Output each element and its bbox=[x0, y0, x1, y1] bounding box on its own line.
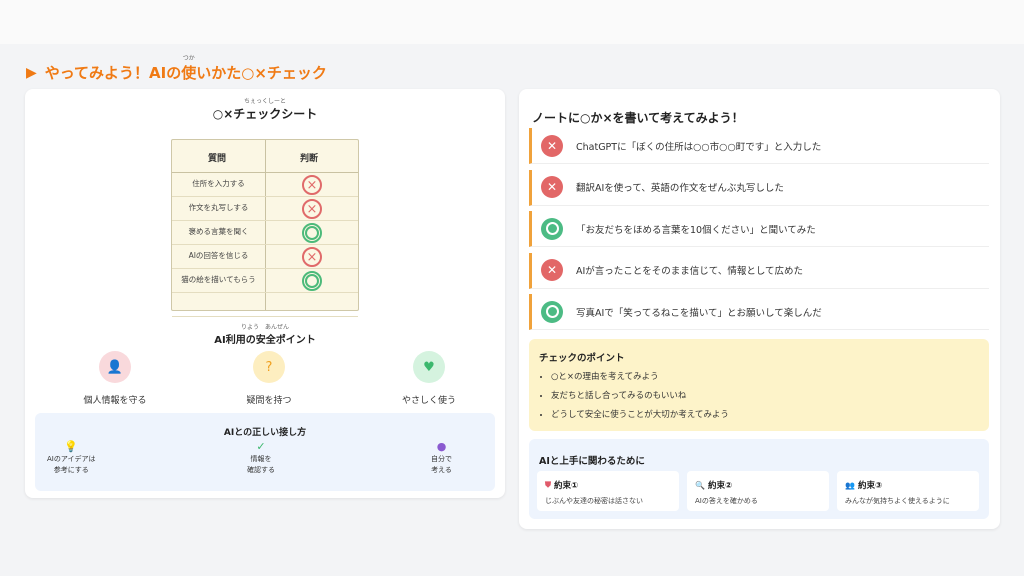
sheet-title: ○×チェックシート ちぇっくしーと bbox=[212, 98, 318, 121]
people-icon: 👥 bbox=[845, 480, 855, 490]
shield-icon: ⛊ bbox=[545, 480, 551, 489]
promise-head: 🔍 約束② bbox=[695, 479, 733, 492]
case-item: 写真AIで「笑ってるねこを描いて」とお願いして楽しんだ bbox=[529, 294, 989, 330]
case-item: ✕ AIが言ったことをそのまま信じて、情報として広めた bbox=[529, 252, 989, 289]
relation-line-1: 情報を bbox=[250, 455, 272, 463]
check-icon: ✓ bbox=[256, 440, 266, 453]
circle-mark-icon bbox=[302, 223, 322, 243]
case-text: AIが言ったことをそのまま信じて、情報として広めた bbox=[576, 266, 804, 277]
play-triangle-icon: ▶ bbox=[26, 64, 37, 81]
check-points-box: チェックのポイント ○と×の理由を考えてみよう友だちと話し合ってみるのもいいねど… bbox=[529, 339, 989, 431]
cross-icon: ✕ bbox=[541, 259, 563, 281]
relation-line-2: 確認する bbox=[247, 466, 275, 474]
case-text: 翻訳AIを使って、英語の作文をぜんぶ丸写しした bbox=[576, 183, 784, 194]
relation-item: ✓ 情報を確認する bbox=[247, 441, 275, 476]
row-divider bbox=[172, 196, 358, 197]
header-judgment: 判断 bbox=[300, 154, 319, 164]
title-kanji: 使つか bbox=[181, 55, 197, 82]
sheet-question: 作文を丸写しする bbox=[188, 203, 249, 212]
row-divider bbox=[172, 220, 358, 221]
promise-card-title: 約束③ bbox=[857, 481, 883, 491]
promise-box: AIと上手に関わるために ⛊ 約束① じぶんや友達の秘密は話さない 🔍 約束② AIの答え… bbox=[529, 439, 989, 519]
relation-item: ● 自分で考える bbox=[431, 441, 452, 476]
safety-title: AI利用の安全ポイント りよう あんぜん bbox=[214, 324, 316, 346]
safety-label: 疑問を持つ bbox=[246, 396, 292, 406]
cross-mark-icon: × bbox=[302, 199, 322, 219]
case-text: ChatGPTに「ぼくの住所は○○市○○町です」と入力した bbox=[576, 141, 822, 153]
check-sheet-panel: ○×チェックシート ちぇっくしーと 質問 判断 住所を入力する × 作文を丸写しする ×… bbox=[25, 89, 505, 498]
sheet-question: 住所を入力する bbox=[192, 179, 245, 188]
safety-point: ? 疑問を持つ bbox=[219, 351, 319, 406]
relation-title: AIとの正しい接し方 bbox=[223, 428, 307, 438]
row-divider bbox=[172, 268, 358, 269]
promise-card: ⛊ 約束① じぶんや友達の秘密は話さない bbox=[537, 471, 679, 511]
point-item: ○と×の理由を考えてみよう bbox=[551, 370, 729, 382]
title-suffix: いかた○×チェック bbox=[196, 64, 327, 82]
circle-mark-icon bbox=[302, 271, 322, 291]
title-prefix: やってみよう！AIの bbox=[44, 64, 182, 82]
cross-icon: ✕ bbox=[541, 176, 563, 198]
sheet-question: 猫の絵を描いてもらう bbox=[181, 275, 256, 284]
check-sheet: 質問 判断 住所を入力する × 作文を丸写しする × 褒める言葉を聞く AIの回答を信じる… bbox=[171, 139, 359, 317]
promise-card-text: みんなが気持ちよく使えるように bbox=[845, 497, 950, 505]
points-list: ○と×の理由を考えてみよう友だちと話し合ってみるのもいいねどうして安全に使うこと… bbox=[551, 370, 729, 427]
promise-card-text: じぶんや友達の秘密は話さない bbox=[545, 497, 643, 505]
brain-icon: ● bbox=[436, 440, 447, 453]
column-divider bbox=[265, 140, 266, 310]
question-icon: ? bbox=[253, 351, 285, 383]
promise-card-text: AIの答えを確かめる bbox=[695, 497, 758, 505]
heart-icon: ♥ bbox=[413, 351, 445, 383]
case-item: ✕ ChatGPTに「ぼくの住所は○○市○○町です」と入力した bbox=[529, 128, 989, 164]
point-item: どうして安全に使うことが大切か考えてみよう bbox=[551, 408, 729, 420]
cross-mark-icon: × bbox=[302, 247, 322, 267]
safety-point: 👤 個人情報を守る bbox=[65, 351, 165, 406]
row-divider bbox=[172, 292, 358, 293]
top-band bbox=[0, 0, 1024, 44]
promise-card-title: 約束① bbox=[554, 481, 579, 491]
search-icon: 🔍 bbox=[695, 480, 705, 490]
relation-line-2: 考える bbox=[431, 466, 452, 474]
point-item: 友だちと話し合ってみるのもいいね bbox=[551, 389, 729, 401]
promise-title: AIと上手に関わるために bbox=[539, 456, 645, 467]
sheet-question: 褒める言葉を聞く bbox=[188, 227, 249, 236]
relation-line-2: 参考にする bbox=[53, 466, 89, 474]
quiz-title: ノートに○か×を書いて考えてみよう！ bbox=[532, 111, 744, 125]
promise-head: 👥 約束③ bbox=[845, 479, 883, 492]
case-item: 「お友だちをほめる言葉を10個ください」と聞いてみた bbox=[529, 211, 989, 247]
lightbulb-icon: 💡 bbox=[64, 440, 79, 453]
header-divider bbox=[172, 172, 358, 173]
relation-box: AIとの正しい接し方 💡 AIのアイデアは 参考にする ✓ 情報を確認する ● 自分で考える bbox=[35, 413, 495, 491]
circle-icon bbox=[541, 217, 563, 240]
case-text: 「お友だちをほめる言葉を10個ください」と聞いてみた bbox=[576, 224, 816, 236]
case-text: 写真AIで「笑ってるねこを描いて」とお願いして楽しんだ bbox=[576, 307, 822, 319]
quiz-panel: ノートに○か×を書いて考えてみよう！ ✕ ChatGPTに「ぼくの住所は○○市○○… bbox=[519, 89, 1000, 529]
cross-mark-icon: × bbox=[302, 175, 322, 195]
promise-card: 👥 約束③ みんなが気持ちよく使えるように bbox=[837, 471, 979, 511]
safety-label: 個人情報を守る bbox=[83, 396, 147, 406]
promise-card-title: 約束② bbox=[707, 481, 733, 491]
person-shield-icon: 👤 bbox=[99, 351, 131, 383]
safety-label: やさしく使う bbox=[401, 396, 456, 406]
cross-icon: ✕ bbox=[541, 134, 563, 157]
case-item: ✕ 翻訳AIを使って、英語の作文をぜんぶ丸写しした bbox=[529, 169, 989, 206]
promise-card: 🔍 約束② AIの答えを確かめる bbox=[687, 471, 829, 511]
row-divider bbox=[172, 316, 358, 317]
sheet-question: AIの回答を信じる bbox=[188, 251, 249, 260]
relation-item: 💡 AIのアイデアは 参考にする bbox=[47, 441, 96, 476]
points-title: チェックのポイント bbox=[539, 353, 625, 364]
relation-line-1: 自分で bbox=[431, 455, 452, 463]
relation-line-1: AIのアイデアは bbox=[47, 455, 96, 463]
circle-icon bbox=[541, 300, 563, 323]
promise-head: ⛊ 約束① bbox=[545, 479, 578, 491]
safety-point: ♥ やさしく使う bbox=[379, 351, 479, 406]
page-title: ▶ やってみよう！AIの使 つか いかた○×チェック bbox=[26, 55, 327, 83]
row-divider bbox=[172, 244, 358, 245]
header-question: 質問 bbox=[208, 154, 227, 164]
